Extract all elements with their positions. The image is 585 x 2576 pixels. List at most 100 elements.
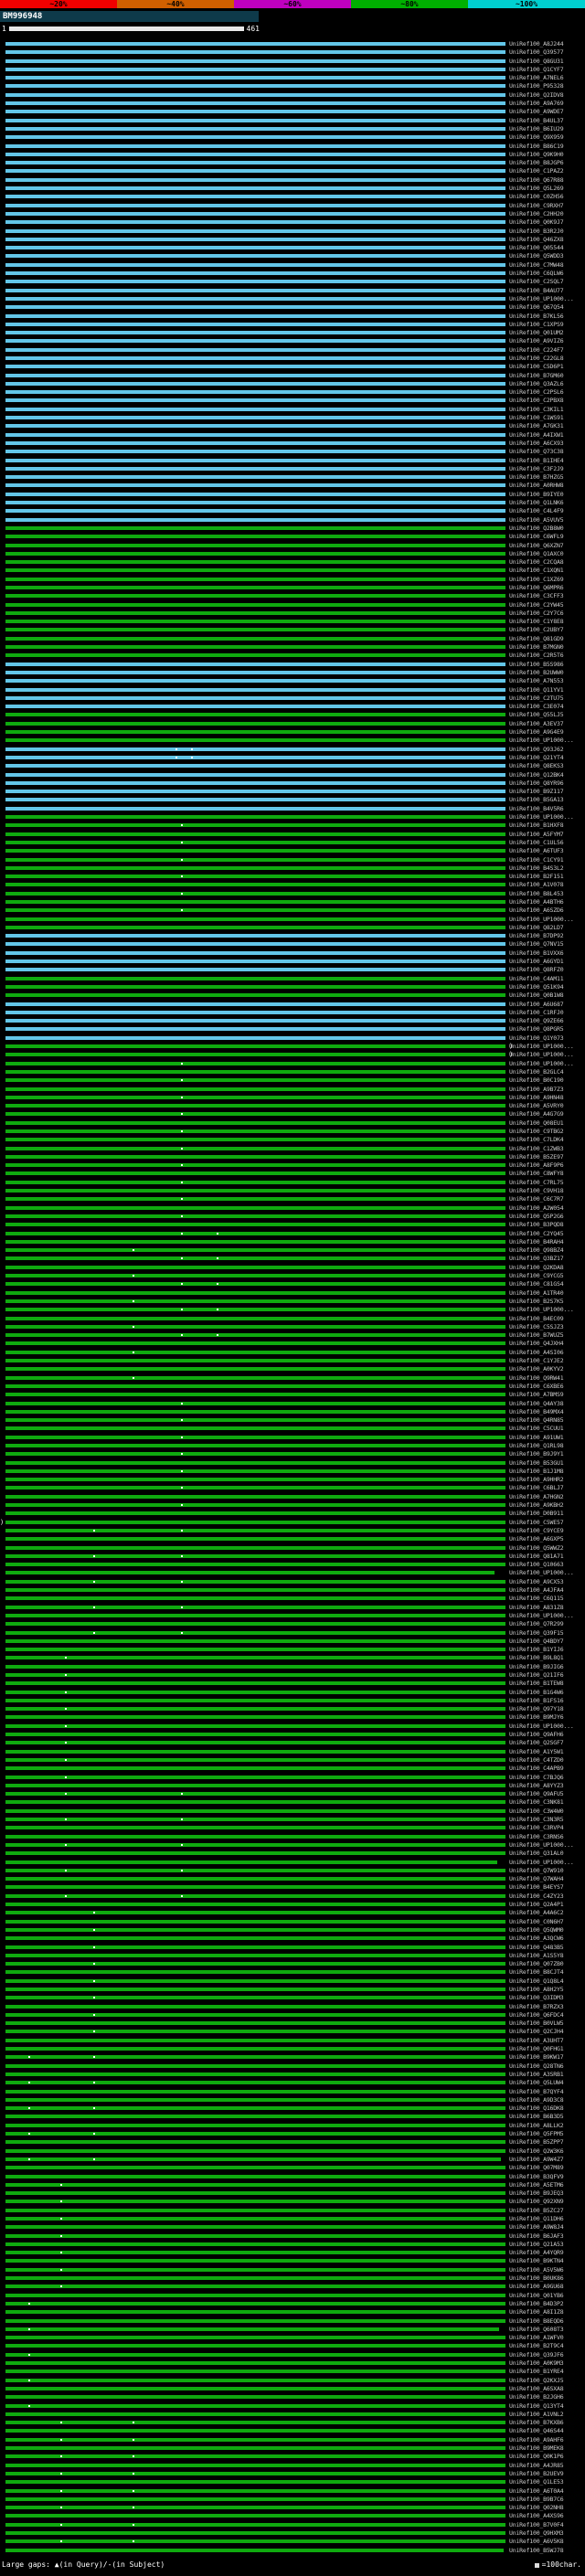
hit-bar[interactable] xyxy=(5,212,505,216)
hit-bar[interactable] xyxy=(5,1894,505,1898)
hit-label[interactable]: UniRef100_D0B911 xyxy=(509,1510,563,1518)
hit-bar[interactable] xyxy=(5,2369,505,2373)
hit-bar[interactable] xyxy=(5,671,505,674)
hit-bar[interactable] xyxy=(5,501,505,504)
hit-label[interactable]: UniRef100_A4G7G9 xyxy=(509,1110,563,1118)
hit-label[interactable]: UniRef100_Q1CYF7 xyxy=(509,66,563,74)
hit-label[interactable]: UniRef100_C1RFJ0 xyxy=(509,1009,563,1017)
hit-label[interactable]: UniRef100_Q1AXC0 xyxy=(509,550,563,558)
hit-bar[interactable] xyxy=(5,161,505,164)
hit-bar[interactable] xyxy=(5,2353,505,2357)
hit-bar[interactable] xyxy=(5,1800,505,1804)
hit-bar[interactable] xyxy=(5,2106,505,2110)
hit-label[interactable]: UniRef100_UP1000... xyxy=(509,737,574,745)
hit-bar[interactable] xyxy=(5,509,505,513)
hit-label[interactable]: UniRef100_UP1000... xyxy=(509,916,574,924)
hit-bar[interactable] xyxy=(5,2549,504,2552)
hit-label[interactable]: UniRef100_C2Y7C6 xyxy=(509,610,563,618)
hit-label[interactable]: UniRef100_A9B7Z3 xyxy=(509,1086,563,1094)
hit-bar[interactable] xyxy=(5,2047,505,2051)
hit-label[interactable]: UniRef100_Q8EKS3 xyxy=(509,762,563,770)
hit-bar[interactable] xyxy=(5,1240,505,1244)
hit-bar[interactable] xyxy=(5,1715,505,1719)
hit-label[interactable]: UniRef100_C3CFF3 xyxy=(509,592,563,600)
hit-label[interactable]: UniRef100_B7V0F4 xyxy=(509,2521,563,2529)
hit-label[interactable]: UniRef100_Q1Y073 xyxy=(509,1034,563,1043)
hit-bar[interactable] xyxy=(5,101,505,105)
hit-bar[interactable] xyxy=(5,382,505,386)
hit-label[interactable]: UniRef100_Q2CJH4 xyxy=(509,2028,563,2036)
hit-label[interactable]: UniRef100_C5SJZ3 xyxy=(509,1323,563,1331)
hit-label[interactable]: UniRef100_UP1000... xyxy=(509,1569,574,1577)
hit-bar[interactable] xyxy=(5,730,505,734)
hit-label[interactable]: UniRef100_Q21YT4 xyxy=(509,754,563,762)
hit-bar[interactable] xyxy=(5,1648,505,1651)
hit-label[interactable]: UniRef100_Q8GU31 xyxy=(509,58,563,66)
hit-bar[interactable] xyxy=(5,1843,505,1847)
hit-label[interactable]: UniRef100_Q0K9J7 xyxy=(509,218,563,227)
hit-label[interactable]: UniRef100_C1ZWB3 xyxy=(509,1145,563,1153)
hit-label[interactable]: UniRef100_Q73C38 xyxy=(509,448,563,456)
hit-label[interactable]: UniRef100_B4EC09 xyxy=(509,1315,563,1323)
hit-bar[interactable] xyxy=(5,2140,505,2144)
hit-label[interactable]: UniRef100_A7N553 xyxy=(509,677,563,685)
hit-label[interactable]: UniRef100_Q81GD9 xyxy=(509,635,563,643)
hit-bar[interactable] xyxy=(5,594,505,598)
hit-bar[interactable] xyxy=(5,1452,505,1456)
hit-bar[interactable] xyxy=(5,2005,505,2009)
hit-label[interactable]: UniRef100_Q4JXH4 xyxy=(509,1340,563,1348)
hit-label[interactable]: UniRef100_A9W8J4 xyxy=(509,2223,563,2231)
hit-bar[interactable] xyxy=(5,2064,505,2068)
hit-bar[interactable] xyxy=(5,1206,505,1210)
hit-bar[interactable] xyxy=(5,1928,505,1932)
hit-label[interactable]: UniRef100_Q5FPM5 xyxy=(509,2130,563,2138)
hit-bar[interactable] xyxy=(5,1341,505,1345)
hit-bar[interactable] xyxy=(5,1062,505,1065)
hit-label[interactable]: UniRef100_B1TEW8 xyxy=(509,1680,563,1688)
hit-bar[interactable] xyxy=(5,289,505,292)
hit-bar[interactable] xyxy=(5,135,505,139)
hit-label[interactable]: UniRef100_Q483B5 xyxy=(509,1944,563,1952)
hit-bar[interactable] xyxy=(5,866,505,870)
hit-label[interactable]: UniRef100_C3KIL1 xyxy=(509,406,563,414)
hit-label[interactable]: UniRef100_A5V5W6 xyxy=(509,2266,563,2274)
hit-label[interactable]: UniRef100_A7BMS9 xyxy=(509,1391,563,1399)
hit-label[interactable]: UniRef100_A9GU68 xyxy=(509,2283,563,2291)
hit-bar[interactable] xyxy=(5,374,505,377)
hit-label[interactable]: UniRef100_A7GK31 xyxy=(509,422,563,430)
hit-bar[interactable] xyxy=(5,1002,505,1006)
hit-label[interactable]: UniRef100_C6C7R7 xyxy=(509,1195,563,1203)
hit-label[interactable]: UniRef100_Q6MPR6 xyxy=(509,584,563,592)
hit-label[interactable]: UniRef100_B3QFV9 xyxy=(509,2173,563,2181)
hit-label[interactable]: UniRef100_C3E074 xyxy=(509,703,563,711)
hit-bar[interactable] xyxy=(5,1588,505,1592)
hit-label[interactable]: UniRef100_B1VXX6 xyxy=(509,949,563,958)
hit-label[interactable]: UniRef100_Q0B1W8 xyxy=(509,991,563,1000)
hit-bar[interactable] xyxy=(5,1367,505,1371)
hit-label[interactable]: UniRef100_B7HZG5 xyxy=(509,473,563,482)
hit-label[interactable]: UniRef100_B5S986 xyxy=(509,661,563,669)
hit-label[interactable]: UniRef100_C1YJE2 xyxy=(509,1357,563,1365)
hit-bar[interactable] xyxy=(5,229,505,233)
hit-label[interactable]: UniRef100_C2UBY7 xyxy=(509,626,563,634)
hit-bar[interactable] xyxy=(5,169,505,173)
hit-label[interactable]: UniRef100_Q93J62 xyxy=(509,746,563,754)
hit-label[interactable]: UniRef100_B9IYE0 xyxy=(509,491,563,499)
hit-label[interactable]: UniRef100_B4AU77 xyxy=(509,287,563,295)
hit-bar[interactable] xyxy=(5,2217,505,2221)
hit-bar[interactable] xyxy=(5,1903,505,1906)
hit-bar[interactable] xyxy=(5,1622,505,1626)
hit-label[interactable]: UniRef100_P95328 xyxy=(509,82,563,90)
hit-label[interactable]: UniRef100_Q7WAH4 xyxy=(509,1875,563,1883)
hit-bar[interactable] xyxy=(5,1835,505,1839)
hit-label[interactable]: UniRef100_A5ETM6 xyxy=(509,2181,563,2189)
hit-bar[interactable] xyxy=(5,2387,505,2390)
hit-bar[interactable] xyxy=(5,908,505,912)
hit-bar[interactable] xyxy=(5,1606,505,1609)
hit-label[interactable]: UniRef100_Q9HXM3 xyxy=(509,2529,563,2538)
hit-bar[interactable] xyxy=(5,1129,505,1133)
hit-bar[interactable] xyxy=(5,2438,505,2442)
hit-label[interactable]: UniRef100_A9CX53 xyxy=(509,1578,563,1586)
hit-bar[interactable] xyxy=(5,2242,505,2246)
hit-label[interactable]: UniRef100_A831Z8 xyxy=(509,1604,563,1612)
